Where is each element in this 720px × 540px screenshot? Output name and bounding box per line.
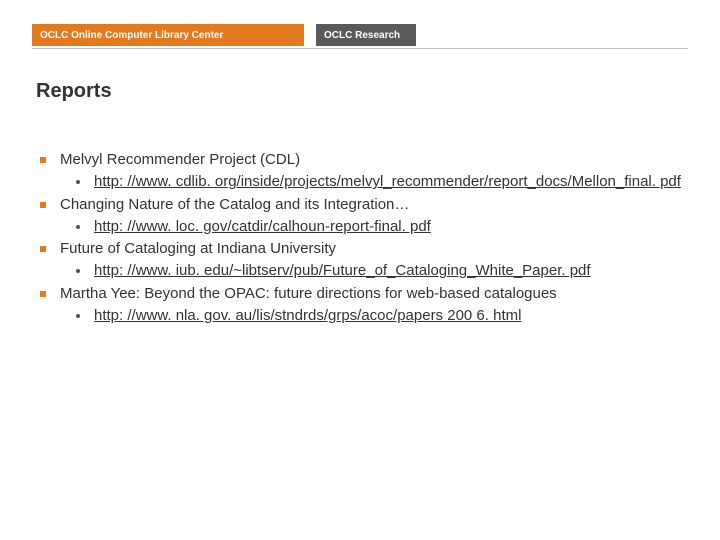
logo-oclc-research: OCLC Research [316, 24, 416, 46]
report-label: Future of Cataloging at Indiana Universi… [60, 240, 336, 257]
list-item: Future of Cataloging at Indiana Universi… [36, 239, 684, 282]
list-item: Changing Nature of the Catalog and its I… [36, 195, 684, 238]
sub-list: http: //www. cdlib. org/inside/projects/… [60, 172, 684, 192]
sub-list-item: http: //www. iub. edu/~libtserv/pub/Futu… [60, 261, 684, 281]
report-label: Melvyl Recommender Project (CDL) [60, 151, 300, 168]
list-item: Melvyl Recommender Project (CDL) http: /… [36, 150, 684, 193]
report-label: Changing Nature of the Catalog and its I… [60, 196, 409, 213]
report-label: Martha Yee: Beyond the OPAC: future dire… [60, 285, 557, 302]
report-link[interactable]: http: //www. loc. gov/catdir/calhoun-rep… [94, 218, 431, 235]
sub-list: http: //www. nla. gov. au/lis/stndrds/gr… [60, 306, 684, 326]
sub-list-item: http: //www. nla. gov. au/lis/stndrds/gr… [60, 306, 684, 326]
report-list-container: Melvyl Recommender Project (CDL) http: /… [36, 150, 684, 328]
report-link[interactable]: http: //www. nla. gov. au/lis/stndrds/gr… [94, 307, 521, 324]
report-link[interactable]: http: //www. iub. edu/~libtserv/pub/Futu… [94, 262, 591, 279]
page-title: Reports [36, 80, 112, 103]
sub-list: http: //www. loc. gov/catdir/calhoun-rep… [60, 217, 684, 237]
logo-oclc-main: OCLC Online Computer Library Center [32, 24, 304, 46]
header-bar: OCLC Online Computer Library Center OCLC… [32, 24, 416, 46]
list-item: Martha Yee: Beyond the OPAC: future dire… [36, 284, 684, 327]
report-link[interactable]: http: //www. cdlib. org/inside/projects/… [94, 173, 681, 190]
sub-list: http: //www. iub. edu/~libtserv/pub/Futu… [60, 261, 684, 281]
sub-list-item: http: //www. cdlib. org/inside/projects/… [60, 172, 684, 192]
header-divider [32, 48, 688, 49]
report-list: Melvyl Recommender Project (CDL) http: /… [36, 150, 684, 326]
sub-list-item: http: //www. loc. gov/catdir/calhoun-rep… [60, 217, 684, 237]
